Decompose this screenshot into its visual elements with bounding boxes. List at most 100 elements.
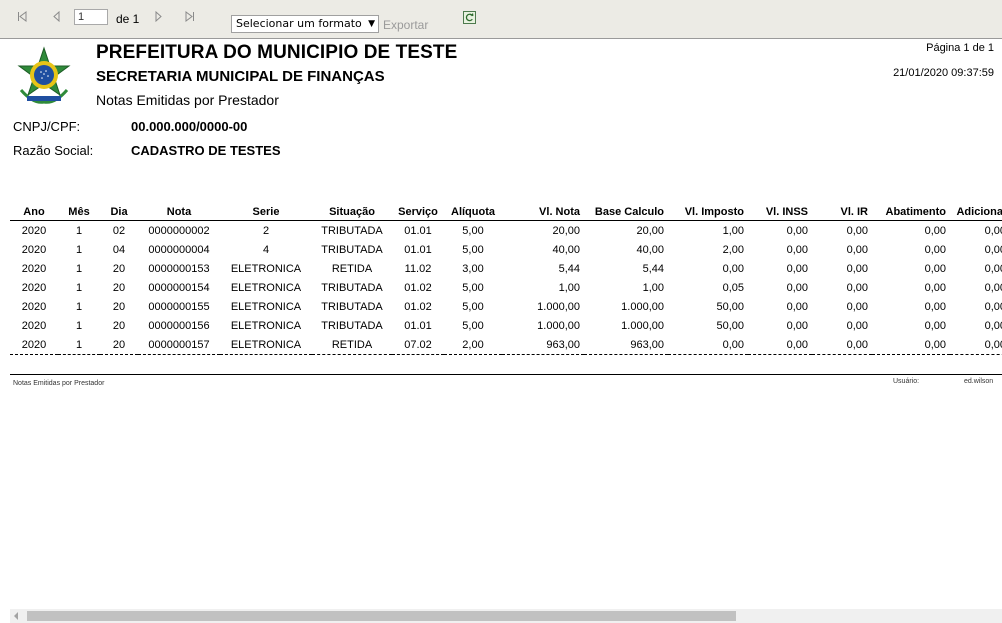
cell-vl-imposto: 2,00 xyxy=(722,243,744,256)
first-page-icon[interactable] xyxy=(17,11,28,25)
cell-servico: 11.02 xyxy=(404,262,432,275)
cell-vl-imposto: 50,00 xyxy=(716,300,744,313)
cell-vl-nota: 1.000,00 xyxy=(537,300,580,313)
cell-situacao: TRIBUTADA xyxy=(321,224,383,237)
razao-social-value: CADASTRO DE TESTES xyxy=(131,143,281,158)
cell-vl-nota: 20,00 xyxy=(552,224,580,237)
cell-servico: 01.01 xyxy=(404,243,432,256)
cell-abatimento: 0,00 xyxy=(924,281,946,294)
cnpj-value: 00.000.000/0000-00 xyxy=(131,119,248,134)
cell-servico: 07.02 xyxy=(392,335,444,355)
cell-serie: 4 xyxy=(262,243,270,256)
export-format-select-value: Selecionar um formato xyxy=(236,17,362,30)
cell-situacao: RETIDA xyxy=(331,262,373,275)
cell-vl-imposto: 0,00 xyxy=(722,262,744,275)
col-ano: Ano xyxy=(10,203,58,221)
next-page-icon[interactable] xyxy=(154,10,163,25)
report-viewer-toolbar: de 1 Selecionar um formato ▼ Exportar xyxy=(0,0,1002,39)
page-info: Página 1 de 1 xyxy=(926,42,994,54)
cell-abatimento: 0,00 xyxy=(924,262,946,275)
cell-dia: 20 xyxy=(112,319,126,332)
cell-vl-ir: 0,00 xyxy=(846,243,868,256)
cell-aliquota: 3,00 xyxy=(462,262,484,275)
horizontal-scrollbar[interactable] xyxy=(10,609,1002,623)
prev-page-icon[interactable] xyxy=(52,10,61,25)
cell-serie: ELETRONICA xyxy=(220,335,312,355)
cell-dia: 20 xyxy=(112,262,126,275)
cell-vl-imposto: 50,00 xyxy=(716,319,744,332)
table-row: 2020 1 20 0000000155 ELETRONICA TRIBUTAD… xyxy=(10,297,1002,316)
col-vl-nota: Vl. Nota xyxy=(502,203,584,221)
cell-base-calculo: 1.000,00 xyxy=(621,300,664,313)
cell-situacao: TRIBUTADA xyxy=(321,281,383,294)
col-servico: Serviço xyxy=(392,203,444,221)
cell-ano: 2020 xyxy=(21,224,47,237)
cell-vl-imposto: 0,00 xyxy=(668,335,748,355)
col-mes: Mês xyxy=(58,203,100,221)
cell-situacao: TRIBUTADA xyxy=(321,319,383,332)
razao-social-label: Razão Social: xyxy=(13,143,94,158)
cell-serie: ELETRONICA xyxy=(230,300,302,313)
cell-dia: 02 xyxy=(112,224,126,237)
cell-abatimento: 0,00 xyxy=(924,319,946,332)
table-header-row: Ano Mês Dia Nota Serie Situação Serviço … xyxy=(10,203,1002,221)
cell-nota: 0000000153 xyxy=(148,262,210,275)
cell-aliquota: 2,00 xyxy=(444,335,502,355)
cell-ano: 2020 xyxy=(21,319,47,332)
cell-base-calculo: 1,00 xyxy=(642,281,664,294)
page-number-input[interactable] xyxy=(74,9,108,25)
cell-vl-inss: 0,00 xyxy=(786,281,808,294)
cell-dia: 04 xyxy=(112,243,126,256)
table-row: 2020 1 20 0000000156 ELETRONICA TRIBUTAD… xyxy=(10,316,1002,335)
cell-vl-ir: 0,00 xyxy=(846,281,868,294)
cell-mes: 1 xyxy=(75,281,83,294)
cell-situacao: RETIDA xyxy=(312,335,392,355)
coat-of-arms-logo xyxy=(13,46,75,108)
cell-vl-nota: 1.000,00 xyxy=(537,319,580,332)
cell-vl-ir: 0,00 xyxy=(846,300,868,313)
last-page-icon[interactable] xyxy=(184,11,195,25)
cell-aliquota: 5,00 xyxy=(462,243,484,256)
report-datetime: 21/01/2020 09:37:59 xyxy=(893,67,994,79)
refresh-icon[interactable] xyxy=(463,11,476,24)
footer-user-value: ed.wilson xyxy=(964,378,994,385)
cell-vl-inss: 0,00 xyxy=(786,319,808,332)
export-format-select[interactable]: Selecionar um formato ▼ xyxy=(231,15,379,33)
cell-base-calculo: 20,00 xyxy=(636,224,664,237)
cell-ano: 2020 xyxy=(10,335,58,355)
cell-adicional: 0,00 xyxy=(984,300,1002,313)
cell-base-calculo: 963,00 xyxy=(584,335,668,355)
cell-vl-ir: 0,00 xyxy=(846,224,868,237)
col-serie: Serie xyxy=(220,203,312,221)
cell-vl-ir: 0,00 xyxy=(846,262,868,275)
cell-dia: 20 xyxy=(112,281,126,294)
cell-vl-nota: 40,00 xyxy=(552,243,580,256)
scrollbar-thumb[interactable] xyxy=(27,611,736,621)
table-row: 2020 1 20 0000000153 ELETRONICA RETIDA 1… xyxy=(10,259,1002,278)
scroll-left-icon[interactable] xyxy=(14,612,18,620)
col-situacao: Situação xyxy=(312,203,392,221)
col-aliquota: Alíquota xyxy=(444,203,502,221)
cnpj-label: CNPJ/CPF: xyxy=(13,119,81,134)
cell-vl-inss: 0,00 xyxy=(786,224,808,237)
cell-dia: 20 xyxy=(112,300,126,313)
cell-mes: 1 xyxy=(75,262,83,275)
cell-nota: 0000000004 xyxy=(148,243,210,256)
col-dia: Dia xyxy=(100,203,138,221)
footer-divider xyxy=(10,374,1002,375)
export-link[interactable]: Exportar xyxy=(383,18,428,32)
cell-mes: 1 xyxy=(75,243,83,256)
cell-vl-ir: 0,00 xyxy=(812,335,872,355)
cell-nota: 0000000155 xyxy=(148,300,210,313)
cell-dia: 20 xyxy=(100,335,138,355)
cell-nota: 0000000157 xyxy=(138,335,220,355)
cell-abatimento: 0,00 xyxy=(924,300,946,313)
cell-base-calculo: 40,00 xyxy=(636,243,664,256)
cell-adicional: 0,00 xyxy=(984,319,1002,332)
footer-report-name: Notas Emitidas por Prestador xyxy=(13,380,105,387)
cell-vl-ir: 0,00 xyxy=(846,319,868,332)
cell-vl-nota: 1,00 xyxy=(558,281,580,294)
table-row: 2020 1 20 0000000157 ELETRONICA RETIDA 0… xyxy=(10,335,1002,355)
report-name: Notas Emitidas por Prestador xyxy=(96,92,279,108)
cell-adicional: 0,00 xyxy=(984,262,1002,275)
